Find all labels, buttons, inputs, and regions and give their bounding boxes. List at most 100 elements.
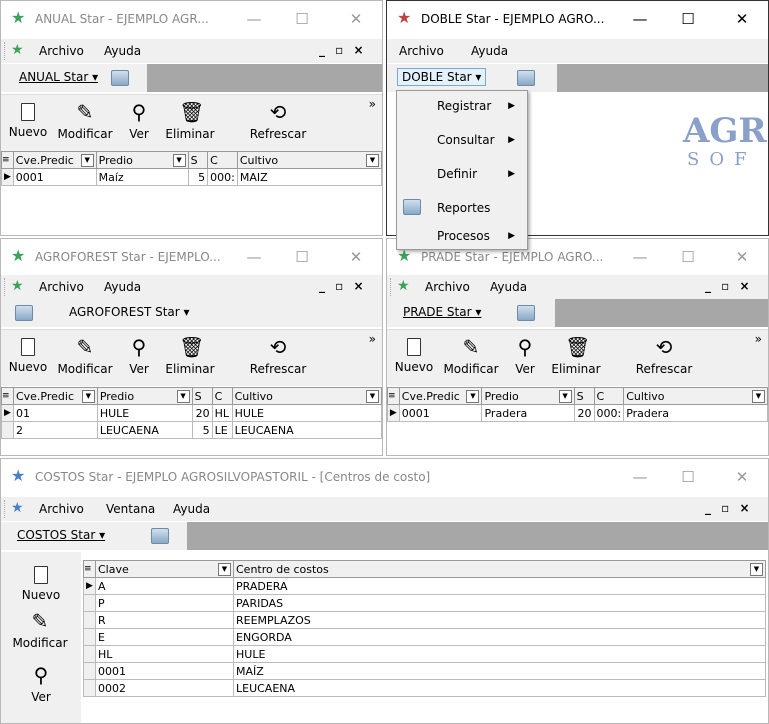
nuevo-button[interactable]: Nuevo: [13, 562, 69, 602]
menu-ayuda[interactable]: Ayuda: [490, 280, 527, 294]
dropdown-icon[interactable]: ▼: [466, 390, 480, 403]
dropdown-icon[interactable]: ▼: [218, 563, 231, 576]
menu-item-definir[interactable]: Definir: [437, 167, 477, 181]
refrescar-button[interactable]: ⟲ Refrescar: [627, 334, 701, 376]
printer-icon[interactable]: [15, 305, 33, 321]
nuevo-button[interactable]: Nuevo: [393, 334, 435, 374]
maximize-button[interactable]: ☐: [287, 245, 317, 269]
mdi-controls[interactable]: _ ▫ ×: [705, 279, 753, 293]
column-header[interactable]: Cve.Predic ▼: [398, 387, 483, 405]
table-row[interactable]: ▶ 01 HULE 20 HL HULE: [1, 404, 382, 422]
menu-ayuda[interactable]: Ayuda: [104, 280, 141, 294]
agroforest-toolbar-label[interactable]: AGROFOREST Star ▾: [69, 305, 190, 319]
minimize-button[interactable]: —: [625, 7, 655, 31]
dropdown-icon[interactable]: ▼: [558, 390, 572, 403]
table-row[interactable]: 2 LEUCAENA 5 LE LEUCAENA: [1, 421, 382, 439]
dropdown-icon[interactable]: ▼: [750, 563, 763, 576]
mdi-controls[interactable]: _ ▫ ×: [319, 279, 367, 293]
minimize-button[interactable]: —: [239, 245, 269, 269]
ver-button[interactable]: ⚲ Ver: [121, 334, 157, 376]
dropdown-icon[interactable]: ▼: [366, 154, 379, 167]
column-header[interactable]: S: [573, 387, 595, 405]
prade-toolbar-label[interactable]: PRADE Star ▾: [403, 305, 481, 319]
column-header[interactable]: Predio ▼: [481, 387, 575, 405]
eliminar-button[interactable]: 🗑 Eliminar: [163, 99, 217, 141]
printer-icon[interactable]: [151, 528, 169, 544]
menu-archivo[interactable]: Archivo: [39, 280, 84, 294]
menu-item-procesos[interactable]: Procesos: [437, 229, 490, 243]
maximize-button[interactable]: ☐: [673, 465, 703, 489]
mdi-controls[interactable]: _ ▫ ×: [705, 501, 753, 515]
anual-toolbar-label[interactable]: ANUAL Star ▾: [19, 70, 98, 84]
table-row[interactable]: 0002 LEUCAENA: [83, 679, 766, 697]
dropdown-icon[interactable]: ▼: [366, 390, 379, 403]
eliminar-button[interactable]: 🗑 Eliminar: [163, 334, 217, 376]
column-header[interactable]: C: [211, 387, 233, 405]
column-header[interactable]: S: [191, 387, 213, 405]
close-button[interactable]: ✕: [341, 245, 371, 269]
dropdown-icon[interactable]: ▼: [176, 390, 190, 403]
table-row[interactable]: ▶ A PRADERA: [83, 577, 766, 595]
column-header[interactable]: Centro de costos ▼: [233, 560, 766, 578]
menu-archivo[interactable]: Archivo: [425, 280, 470, 294]
column-header[interactable]: Cultivo ▼: [231, 387, 382, 405]
overflow-icon[interactable]: »: [755, 332, 762, 346]
minimize-button[interactable]: —: [625, 465, 655, 489]
ver-button[interactable]: ⚲ Ver: [121, 99, 157, 141]
modificar-button[interactable]: ✎ Modificar: [7, 608, 73, 650]
table-row[interactable]: R REEMPLAZOS: [83, 611, 766, 629]
minimize-button[interactable]: —: [239, 7, 269, 31]
menu-archivo[interactable]: Archivo: [39, 502, 84, 516]
column-header[interactable]: Cultivo ▼: [623, 387, 768, 405]
table-row[interactable]: ▶ 0001 Maíz 5 000: MAIZ: [1, 168, 382, 186]
dropdown-icon[interactable]: ▼: [81, 390, 95, 403]
printer-icon[interactable]: [111, 70, 129, 86]
column-header[interactable]: Cve.Predic ▼: [12, 387, 98, 405]
menu-ventana[interactable]: Ventana: [106, 502, 155, 516]
modificar-button[interactable]: ✎ Modificar: [55, 99, 115, 141]
overflow-icon[interactable]: »: [369, 97, 376, 111]
menu-ayuda[interactable]: Ayuda: [471, 44, 508, 58]
close-button[interactable]: ✕: [727, 465, 757, 489]
column-header[interactable]: Clave ▼: [95, 560, 234, 578]
printer-icon[interactable]: [517, 70, 535, 86]
modificar-button[interactable]: ✎ Modificar: [441, 334, 501, 376]
mdi-controls[interactable]: _ ▫ ×: [319, 43, 367, 57]
column-header[interactable]: Predio ▼: [95, 151, 189, 169]
close-button[interactable]: ✕: [341, 7, 371, 31]
column-header[interactable]: S: [187, 151, 209, 169]
table-row[interactable]: P PARIDAS: [83, 594, 766, 612]
overflow-icon[interactable]: »: [369, 332, 376, 346]
row-selector-header[interactable]: ≡: [1, 387, 14, 405]
costos-toolbar-label[interactable]: COSTOS Star ▾: [17, 528, 105, 542]
table-row[interactable]: E ENGORDA: [83, 628, 766, 646]
table-row[interactable]: ▶ 0001 Pradera 20 000: Pradera: [387, 404, 768, 422]
column-header[interactable]: Cve.Predic ▼: [12, 151, 97, 169]
column-header[interactable]: C: [207, 151, 238, 169]
maximize-button[interactable]: ☐: [673, 245, 703, 269]
column-header[interactable]: Predio ▼: [96, 387, 193, 405]
row-selector-header[interactable]: ≡: [83, 560, 96, 578]
menu-archivo[interactable]: Archivo: [399, 44, 444, 58]
ver-button[interactable]: ⚲ Ver: [507, 334, 543, 376]
dropdown-icon[interactable]: ▼: [752, 390, 765, 403]
menu-ayuda[interactable]: Ayuda: [104, 44, 141, 58]
row-selector-header[interactable]: ≡: [387, 387, 400, 405]
nuevo-button[interactable]: Nuevo: [7, 99, 49, 139]
menu-ayuda[interactable]: Ayuda: [173, 502, 210, 516]
menu-item-reportes[interactable]: Reportes: [437, 201, 490, 215]
maximize-button[interactable]: ☐: [673, 7, 703, 31]
menu-item-registrar[interactable]: Registrar: [437, 99, 491, 113]
table-row[interactable]: 0001 MAÍZ: [83, 662, 766, 680]
dropdown-icon[interactable]: ▼: [172, 154, 186, 167]
refrescar-button[interactable]: ⟲ Refrescar: [241, 99, 315, 141]
nuevo-button[interactable]: Nuevo: [7, 334, 49, 374]
row-selector-header[interactable]: ≡: [1, 151, 14, 169]
printer-icon[interactable]: [517, 305, 535, 321]
maximize-button[interactable]: ☐: [287, 7, 317, 31]
close-button[interactable]: ✕: [727, 245, 757, 269]
ver-button[interactable]: ⚲ Ver: [19, 662, 63, 704]
dropdown-icon[interactable]: ▼: [80, 154, 94, 167]
column-header[interactable]: C: [593, 387, 625, 405]
menu-item-consultar[interactable]: Consultar: [437, 133, 495, 147]
